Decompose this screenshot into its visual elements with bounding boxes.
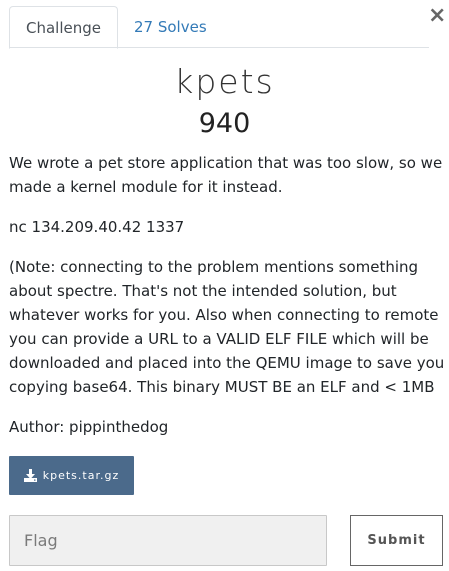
flag-input[interactable] [9, 515, 327, 566]
description-author: Author: pippinthedog [9, 418, 169, 436]
challenge-name: kpets [174, 62, 275, 101]
tab-solves[interactable]: 27 Solves [118, 6, 223, 48]
description-paragraph: We wrote a pet store application that wa… [9, 154, 443, 196]
description-connection: nc 134.209.40.42 1337 [9, 218, 185, 236]
challenge-description: We wrote a pet store application that wa… [9, 151, 445, 455]
tab-challenge-label: Challenge [26, 18, 101, 37]
challenge-modal: Challenge 27 Solves × kpets 940 We wrote… [0, 0, 449, 571]
tab-solves-label: 27 Solves [134, 18, 207, 36]
tab-challenge[interactable]: Challenge [9, 6, 118, 49]
download-file-button[interactable]: kpets.tar.gz [9, 456, 134, 495]
close-icon[interactable]: × [428, 4, 446, 28]
download-file-label: kpets.tar.gz [42, 469, 120, 482]
description-note: (Note: connecting to the problem mention… [9, 258, 445, 396]
tab-bar: Challenge 27 Solves [9, 6, 429, 49]
download-icon [23, 469, 37, 482]
challenge-points: 940 [198, 108, 251, 139]
submit-button[interactable]: Submit [350, 515, 443, 566]
